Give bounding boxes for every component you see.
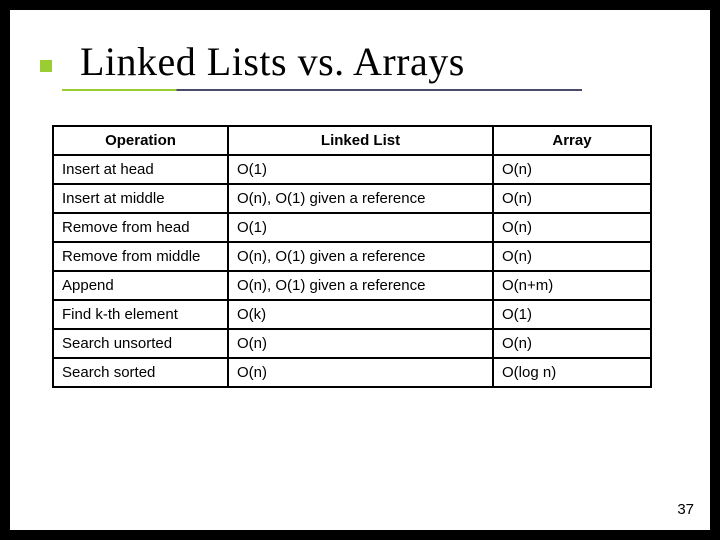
col-header-operation: Operation [53,126,228,155]
cell-linked-list: O(n) [228,329,493,358]
table-row: Find k-th element O(k) O(1) [53,300,651,329]
table-row: Insert at head O(1) O(n) [53,155,651,184]
cell-operation: Insert at head [53,155,228,184]
cell-operation: Remove from head [53,213,228,242]
table-row: Search unsorted O(n) O(n) [53,329,651,358]
slide-title: Linked Lists vs. Arrays [80,38,680,85]
cell-array: O(n) [493,329,651,358]
cell-linked-list: O(n), O(1) given a reference [228,242,493,271]
cell-operation: Insert at middle [53,184,228,213]
title-underline [62,89,582,91]
table-row: Search sorted O(n) O(log n) [53,358,651,387]
table-row: Append O(n), O(1) given a reference O(n+… [53,271,651,300]
page-number: 37 [677,501,694,518]
slide: Linked Lists vs. Arrays Operation Linked… [10,10,710,530]
cell-array: O(n) [493,213,651,242]
cell-linked-list: O(n), O(1) given a reference [228,271,493,300]
table-row: Remove from head O(1) O(n) [53,213,651,242]
cell-array: O(1) [493,300,651,329]
cell-array: O(log n) [493,358,651,387]
table-row: Remove from middle O(n), O(1) given a re… [53,242,651,271]
cell-linked-list: O(n) [228,358,493,387]
cell-operation: Append [53,271,228,300]
table-row: Insert at middle O(n), O(1) given a refe… [53,184,651,213]
cell-operation: Search sorted [53,358,228,387]
title-bullet-icon [40,60,52,72]
cell-linked-list: O(1) [228,213,493,242]
cell-linked-list: O(1) [228,155,493,184]
comparison-table: Operation Linked List Array Insert at he… [52,125,652,388]
col-header-array: Array [493,126,651,155]
table-body: Insert at head O(1) O(n) Insert at middl… [53,155,651,387]
cell-operation: Remove from middle [53,242,228,271]
cell-array: O(n) [493,242,651,271]
cell-linked-list: O(n), O(1) given a reference [228,184,493,213]
col-header-linked-list: Linked List [228,126,493,155]
cell-linked-list: O(k) [228,300,493,329]
cell-array: O(n) [493,155,651,184]
cell-operation: Search unsorted [53,329,228,358]
cell-operation: Find k-th element [53,300,228,329]
cell-array: O(n+m) [493,271,651,300]
title-block: Linked Lists vs. Arrays [52,38,680,91]
cell-array: O(n) [493,184,651,213]
table-header-row: Operation Linked List Array [53,126,651,155]
